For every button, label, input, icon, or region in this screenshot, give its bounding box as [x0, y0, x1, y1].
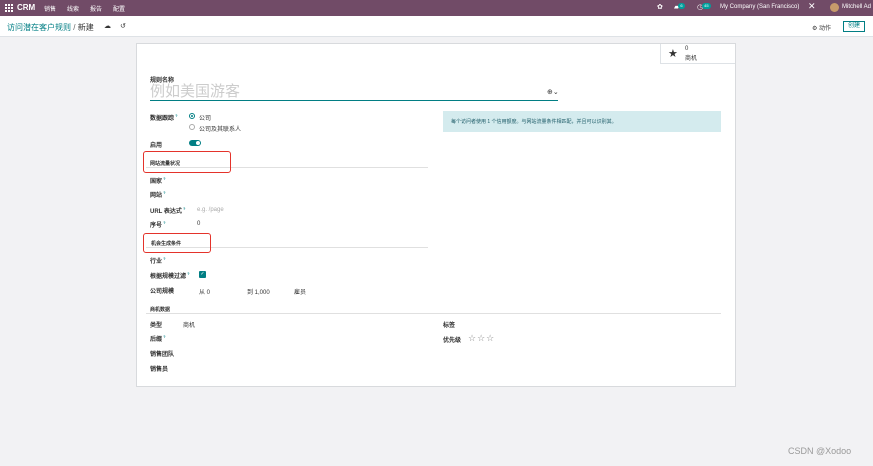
sales-team-label: 销售团队: [150, 352, 175, 358]
rule-name-input[interactable]: 例如美国游客: [150, 82, 558, 101]
help-icon: ?: [186, 271, 190, 276]
top-navbar: CRM 销售 线索 报告 配置 ✿ ▰6 ◷45 My Company (San…: [0, 0, 873, 16]
breadcrumb-separator: /: [73, 23, 76, 32]
discard-icon[interactable]: ↺: [120, 22, 126, 30]
suffix-label: 后缀 ?: [150, 334, 166, 343]
breadcrumb-parent[interactable]: 访问潜在客户规则: [7, 23, 71, 32]
radio-company-contacts[interactable]: [189, 124, 195, 130]
menu-item-reporting[interactable]: 报告: [90, 4, 102, 13]
app-name[interactable]: CRM: [17, 3, 35, 12]
breadcrumb: 访问潜在客户规则 / 新建: [7, 22, 94, 33]
help-icon: ?: [162, 176, 166, 181]
type-label: 类型: [150, 323, 163, 329]
menu-item-leads[interactable]: 线索: [67, 4, 79, 13]
help-icon: ?: [162, 220, 166, 225]
salesperson-label: 销售员: [150, 367, 169, 373]
tags-label: 标签: [443, 323, 456, 329]
sequence-label: 序号 ?: [150, 220, 166, 229]
breadcrumb-current: 新建: [77, 23, 94, 32]
activity-icon[interactable]: ◷45: [697, 3, 711, 11]
section-opportunity-title: 商机数据: [150, 307, 171, 313]
help-icon: ?: [162, 256, 166, 261]
watermark: CSDN @Xodoo: [788, 446, 852, 456]
url-expression-label: URL 表达式 ?: [150, 206, 186, 215]
type-value[interactable]: 商机: [183, 320, 195, 329]
chat-icon[interactable]: ▰6: [674, 3, 685, 11]
sequence-input[interactable]: 0: [197, 221, 200, 227]
company-switcher[interactable]: My Company (San Francisco): [720, 4, 799, 10]
company-size-from[interactable]: 从 0: [199, 287, 210, 296]
help-icon: ?: [162, 334, 166, 339]
company-size-label: 公司规模: [150, 289, 175, 295]
radio-company-contacts-label: 公司及其联系人: [199, 127, 242, 133]
priority-stars[interactable]: ☆☆☆: [468, 333, 495, 344]
active-label: 启用: [150, 143, 163, 149]
star-icon: ★: [668, 48, 678, 60]
create-button[interactable]: 创建: [843, 21, 865, 32]
website-label: 网站 ?: [150, 190, 166, 199]
info-alert: 每个访问者使用 1 个信用额度。与网站流量条件相匹配，并且可以识别其。: [443, 111, 721, 132]
control-panel: 访问潜在客户规则 / 新建 ☁ ↺ ⚙ 动作 创建: [0, 16, 873, 37]
language-icon[interactable]: ⊕⌄: [547, 88, 559, 96]
company-size-unit: 雇员: [294, 290, 307, 296]
radio-company[interactable]: [189, 113, 195, 119]
save-cloud-icon[interactable]: ☁: [104, 22, 111, 30]
data-tracking-label: 数据跟踪 ?: [150, 113, 178, 122]
help-icon: ?: [174, 113, 178, 118]
size-filter-label: 根据规模过滤 ?: [150, 271, 190, 280]
chat-badge: 6: [678, 3, 685, 9]
tools-icon[interactable]: ✕: [808, 1, 816, 12]
industry-label: 行业 ?: [150, 256, 166, 265]
app-grid-icon[interactable]: [5, 4, 13, 12]
opportunities-count: 0: [685, 46, 689, 52]
help-icon: ?: [162, 190, 166, 195]
debug-icon[interactable]: ✿: [657, 3, 663, 11]
section-opportunity-divider: [146, 313, 721, 314]
active-toggle[interactable]: [189, 140, 201, 146]
menu-item-sales[interactable]: 销售: [44, 4, 56, 13]
priority-label: 优先级: [443, 338, 462, 344]
highlight-box: [143, 151, 231, 173]
radio-company-label: 公司: [199, 116, 212, 122]
menu-item-configuration[interactable]: 配置: [113, 4, 125, 13]
user-menu[interactable]: Mitchell Ad: [842, 4, 871, 10]
opportunities-smart-button[interactable]: ★ 0 商机: [660, 44, 735, 64]
action-menu-button[interactable]: ⚙ 动作: [812, 23, 831, 32]
opportunities-label: 商机: [685, 56, 698, 62]
user-avatar[interactable]: [830, 3, 839, 12]
activity-badge: 45: [702, 3, 711, 9]
country-label: 国家 ?: [150, 176, 166, 185]
highlight-box: [143, 233, 211, 253]
size-filter-checkbox[interactable]: ✓: [199, 271, 206, 278]
help-icon: ?: [181, 206, 186, 211]
url-expression-input[interactable]: e.g. /page: [197, 207, 224, 213]
company-size-to[interactable]: 到 1,000: [247, 287, 270, 296]
